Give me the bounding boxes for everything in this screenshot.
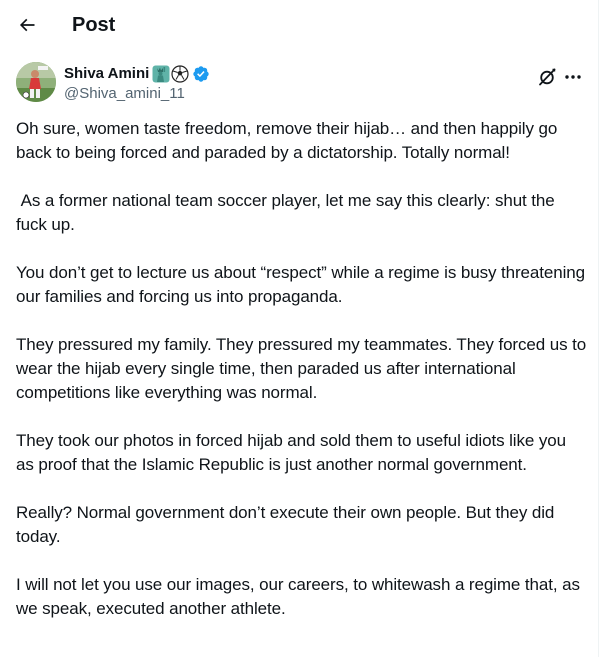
statue-of-liberty-emoji (152, 65, 170, 83)
back-button[interactable] (10, 8, 44, 42)
tweet-paragraph: Oh sure, women taste freedom, remove the… (16, 119, 562, 162)
blue-check-icon (193, 66, 210, 82)
tweet-paragraph: They took our photos in forced hijab and… (16, 431, 571, 474)
tweet-text: Oh sure, women taste freedom, remove the… (16, 117, 588, 645)
post-page: Post Shiva Amini @Shiva_amini_11 Oh sure… (0, 0, 599, 657)
arrow-left-icon (19, 18, 35, 32)
name-emojis (152, 65, 189, 83)
tweet-paragraph: You don’t get to lecture us about “respe… (16, 263, 590, 306)
post-header: Post (0, 0, 598, 50)
display-name[interactable]: Shiva Amini (64, 64, 149, 84)
tweet-paragraph: They pressured my family. They pressured… (16, 335, 591, 402)
grok-button[interactable] (536, 66, 558, 88)
avatar[interactable] (16, 62, 56, 102)
tweet-paragraph: As a former national team soccer player,… (16, 191, 560, 234)
author-handle[interactable]: @Shiva_amini_11 (64, 84, 185, 104)
name-line: Shiva Amini (64, 64, 210, 84)
page-title: Post (72, 14, 116, 36)
more-options-icon (565, 75, 581, 79)
author-row: Shiva Amini @Shiva_amini_11 (16, 62, 586, 106)
tweet-paragraph: I will not let you use our images, our c… (16, 575, 585, 618)
more-options-button[interactable] (561, 66, 585, 88)
soccer-ball-emoji (171, 65, 189, 83)
grok-icon (539, 68, 556, 86)
verified-badge[interactable] (192, 65, 210, 83)
avatar-photo (16, 62, 56, 102)
tweet-paragraph: Really? Normal government don’t execute … (16, 503, 559, 546)
